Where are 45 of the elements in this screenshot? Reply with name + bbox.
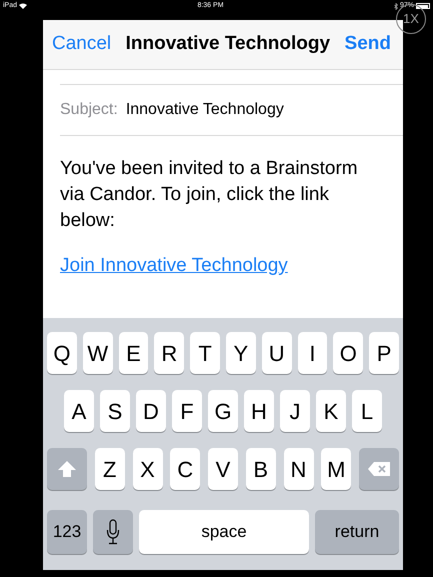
key[interactable]: I	[298, 332, 328, 374]
key[interactable]: O	[333, 332, 364, 374]
shift-key[interactable]	[47, 448, 87, 490]
return-key[interactable]: return	[315, 510, 399, 554]
send-button[interactable]: Send	[344, 30, 391, 59]
key[interactable]: P	[369, 332, 399, 374]
bluetooth-icon	[394, 2, 398, 10]
key[interactable]: N	[284, 448, 314, 490]
dictation-key[interactable]	[93, 510, 133, 554]
key[interactable]: Z	[94, 448, 125, 490]
key[interactable]: R	[154, 332, 184, 374]
cancel-button[interactable]: Cancel	[52, 30, 112, 59]
shift-arrow-icon	[57, 460, 77, 478]
battery-icon	[416, 3, 430, 9]
key[interactable]: A	[64, 390, 94, 432]
key[interactable]: S	[100, 390, 130, 432]
backspace-icon	[367, 461, 391, 477]
key[interactable]: F	[172, 390, 202, 432]
key[interactable]: G	[208, 390, 238, 432]
key[interactable]: T	[190, 332, 220, 374]
key[interactable]: X	[132, 448, 162, 490]
delete-key[interactable]	[359, 448, 399, 490]
wifi-icon	[19, 3, 28, 9]
subject-field[interactable]: Innovative Technology	[126, 98, 284, 122]
key[interactable]: U	[262, 332, 292, 374]
key[interactable]: V	[208, 448, 238, 490]
key[interactable]: J	[280, 390, 310, 432]
message-text: You've been invited to a Brainstorm via Candor. To join, click the link below:	[60, 157, 359, 233]
space-key[interactable]: space	[139, 510, 309, 554]
key[interactable]: K	[316, 390, 346, 432]
key[interactable]: W	[82, 332, 113, 374]
key[interactable]: D	[136, 390, 166, 432]
numbers-key[interactable]: 123	[47, 510, 87, 554]
window-title: Innovative Technology	[126, 32, 330, 56]
key[interactable]: C	[170, 448, 200, 490]
key[interactable]: B	[246, 448, 276, 490]
subject-label: Subject:	[60, 100, 118, 120]
key[interactable]: Y	[226, 332, 256, 374]
microphone-icon	[106, 519, 120, 545]
key[interactable]: L	[352, 390, 382, 432]
key[interactable]: M	[321, 448, 352, 490]
key[interactable]: Q	[47, 332, 77, 374]
key[interactable]: E	[118, 332, 148, 374]
key[interactable]: H	[244, 390, 274, 432]
join-link[interactable]: Join Innovative Technology	[60, 252, 288, 280]
